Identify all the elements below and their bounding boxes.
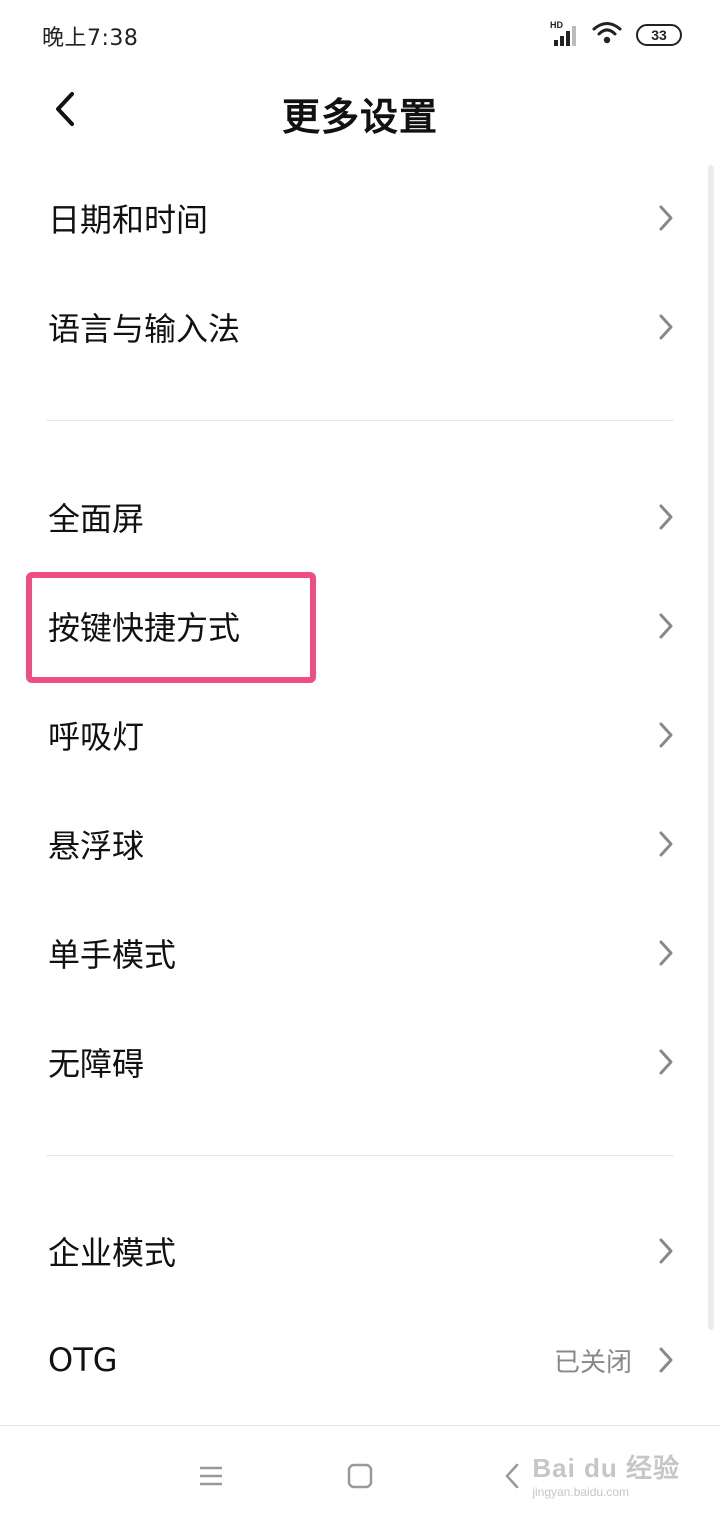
home-button[interactable]: [340, 1456, 380, 1496]
menu-button[interactable]: [191, 1456, 231, 1496]
watermark-sub: jingyan.baidu.com: [532, 1485, 630, 1499]
status-icons: HD 33: [550, 20, 682, 50]
list-item-label: 日期和时间: [48, 201, 209, 239]
list-item-label: 悬浮球: [48, 827, 145, 865]
signal-icon: HD: [550, 20, 578, 48]
status-bar: 晚上7:38 HD 33: [0, 0, 720, 70]
list-item-floating-ball[interactable]: 悬浮球: [0, 794, 720, 894]
back-nav-button[interactable]: [492, 1456, 532, 1496]
chevron-right-icon: [654, 829, 678, 859]
menu-icon: [200, 1466, 222, 1486]
wifi-icon: [592, 21, 622, 49]
chevron-right-icon: [654, 611, 678, 641]
list-item-accessibility[interactable]: 无障碍: [0, 1012, 720, 1112]
back-icon: [505, 1463, 519, 1489]
list-item-label: 呼吸灯: [48, 718, 145, 756]
hd-label: HD: [550, 20, 563, 30]
baidu-watermark: Bai du 经验 jingyan.baidu.com: [532, 1448, 680, 1499]
list-item-label: OTG: [48, 1341, 118, 1379]
header: 更多设置: [0, 70, 720, 150]
battery-level: 33: [651, 27, 667, 43]
list-item-label: 无障碍: [48, 1045, 145, 1083]
page-title: 更多设置: [281, 95, 438, 139]
chevron-right-icon: [654, 1236, 678, 1266]
highlight-box: [26, 572, 316, 683]
section-divider: [46, 1155, 674, 1156]
otg-status-value: 已关闭: [553, 1347, 632, 1378]
list-item-one-handed-mode[interactable]: 单手模式: [0, 903, 720, 1003]
home-icon: [347, 1463, 373, 1489]
list-item-date-time[interactable]: 日期和时间: [0, 168, 720, 268]
list-item-label: 全面屏: [48, 500, 145, 538]
list-item-enterprise-mode[interactable]: 企业模式: [0, 1201, 720, 1301]
chevron-right-icon: [654, 502, 678, 532]
list-item-language-input[interactable]: 语言与输入法: [0, 277, 720, 377]
list-item-fullscreen[interactable]: 全面屏: [0, 467, 720, 567]
battery-icon: 33: [636, 24, 682, 46]
chevron-right-icon: [654, 1047, 678, 1077]
list-item-label: 单手模式: [48, 936, 177, 974]
list-item-breathing-light[interactable]: 呼吸灯: [0, 685, 720, 785]
chevron-right-icon: [654, 312, 678, 342]
section-divider: [46, 420, 674, 421]
chevron-right-icon: [654, 1345, 678, 1375]
status-time: 晚上7:38: [42, 26, 139, 51]
chevron-right-icon: [654, 720, 678, 750]
list-item-label: 企业模式: [48, 1234, 177, 1272]
chevron-right-icon: [654, 203, 678, 233]
chevron-right-icon: [654, 938, 678, 968]
list-item-label: 语言与输入法: [48, 310, 241, 348]
watermark-main: Bai du 经验: [532, 1453, 680, 1483]
list-item-otg[interactable]: OTG 已关闭: [0, 1310, 720, 1410]
